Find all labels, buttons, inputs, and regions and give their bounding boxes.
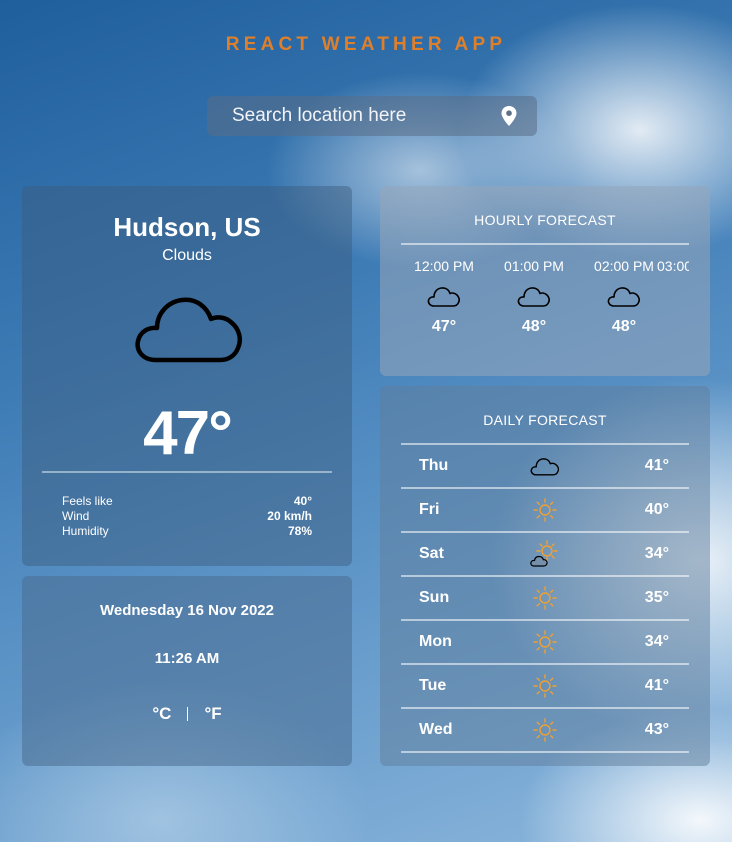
cloud-icon — [134, 286, 246, 371]
current-temperature: 47° — [143, 399, 233, 468]
daily-item: Tue 41° — [401, 665, 689, 709]
hour-time: 12:00 PM — [414, 258, 474, 274]
current-date: Wednesday 16 Nov 2022 — [100, 602, 274, 619]
stat-value: 20 km/h — [267, 509, 312, 523]
sun-icon — [501, 718, 589, 742]
day-name: Wed — [419, 721, 453, 738]
stat-value: 40° — [293, 494, 312, 508]
hour-time: 03:00 PM — [657, 258, 689, 274]
location-pin-icon[interactable] — [489, 96, 529, 136]
day-name: Sat — [419, 545, 444, 562]
daily-forecast-title: DAILY FORECAST — [483, 412, 607, 428]
day-temp: 35° — [644, 589, 669, 606]
hour-temp: 47° — [431, 318, 457, 335]
day-name: Tue — [419, 677, 447, 694]
cloud-icon — [489, 274, 579, 318]
cloud-icon — [501, 455, 589, 477]
weather-stats: Feels like 40° Wind 20 km/h Humidity 78% — [62, 494, 312, 539]
day-name: Mon — [419, 633, 452, 650]
datetime-card: Wednesday 16 Nov 2022 11:26 AM °C °F — [22, 576, 352, 766]
day-temp: 34° — [644, 633, 669, 650]
daily-item: Sun 35° — [401, 577, 689, 621]
sun-icon — [501, 674, 589, 698]
day-temp: 41° — [644, 677, 669, 694]
hourly-item: 01:00 PM 48° — [489, 258, 579, 336]
sun-cloud-icon — [501, 540, 589, 568]
hour-time: 02:00 PM — [594, 258, 654, 274]
stat-label: Feels like — [62, 494, 113, 508]
city-name: Hudson, US — [113, 212, 261, 242]
unit-separator — [187, 707, 189, 721]
daily-item: Mon 34° — [401, 621, 689, 665]
daily-item: Wed 43° — [401, 709, 689, 753]
daily-item: Fri 40° — [401, 489, 689, 533]
daily-item: Thu 41° — [401, 445, 689, 489]
sun-icon — [501, 630, 589, 654]
hour-temp: 48° — [521, 318, 547, 335]
hourly-item: 12:00 PM 47° — [401, 258, 489, 336]
weather-condition: Clouds — [162, 247, 212, 264]
stat-label: Humidity — [62, 524, 109, 538]
current-time: 11:26 AM — [154, 650, 220, 667]
day-temp: 40° — [644, 501, 669, 518]
unit-toggle: °C °F — [22, 704, 352, 724]
stat-humidity: Humidity 78% — [62, 524, 312, 539]
fahrenheit-button[interactable]: °F — [204, 704, 221, 724]
current-weather-card: Hudson, US Clouds 47° Feels like 40° Win… — [22, 186, 352, 566]
day-temp: 43° — [644, 721, 669, 738]
daily-list: Thu 41° Fri 40° Sat 34° Sun 35° Mon 34° … — [401, 445, 689, 753]
hour-time: 01:00 PM — [504, 258, 564, 274]
search-input[interactable]: Search location here — [232, 105, 489, 127]
daily-item: Sat 34° — [401, 533, 689, 577]
cloud-icon — [401, 274, 489, 318]
hourly-item: 02:00 PM 48° — [579, 258, 669, 336]
daily-forecast-card: DAILY FORECAST Thu 41° Fri 40° Sat 34° S… — [380, 386, 710, 766]
hour-temp: 48° — [611, 318, 637, 335]
celsius-button[interactable]: °C — [152, 704, 171, 724]
stat-feels-like: Feels like 40° — [62, 494, 312, 509]
search-bar[interactable]: Search location here — [207, 96, 537, 136]
day-name: Thu — [419, 457, 449, 474]
day-name: Fri — [419, 501, 440, 518]
hourly-forecast-title: HOURLY FORECAST — [474, 212, 616, 228]
sun-icon — [501, 498, 589, 522]
cloud-icon — [579, 274, 669, 318]
stat-value: 78% — [287, 524, 312, 538]
stat-label: Wind — [62, 509, 90, 523]
app-title: REACT WEATHER APP — [225, 34, 507, 55]
day-temp: 34° — [644, 545, 669, 562]
hourly-forecast-card: HOURLY FORECAST 12:00 PM 47° 01:00 PM 48… — [380, 186, 710, 376]
sun-icon — [501, 586, 589, 610]
divider — [42, 471, 332, 473]
hourly-list: 12:00 PM 47° 01:00 PM 48° 02:00 PM 48° 0… — [401, 258, 689, 348]
day-name: Sun — [419, 589, 450, 606]
hourly-item: 03:00 PM — [657, 258, 689, 274]
divider — [401, 243, 689, 245]
day-temp: 41° — [644, 457, 669, 474]
stat-wind: Wind 20 km/h — [62, 509, 312, 524]
